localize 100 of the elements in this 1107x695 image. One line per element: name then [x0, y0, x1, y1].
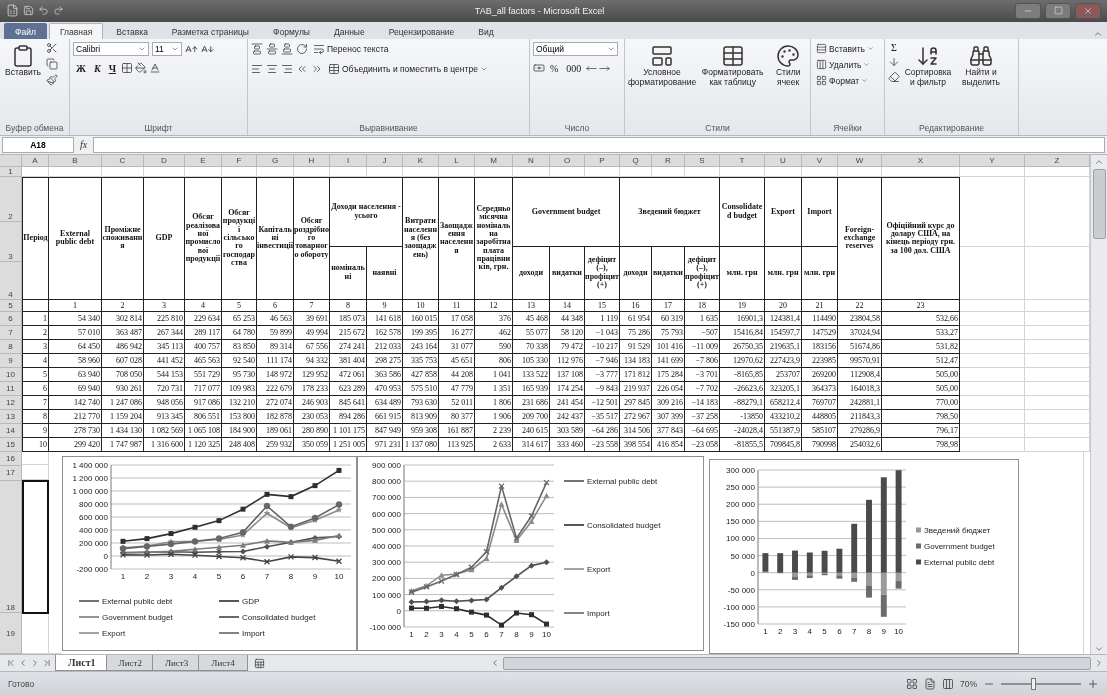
table-cell: 269200: [802, 367, 838, 382]
table-cell: 113 925: [439, 437, 475, 452]
table-cell: 49 994: [294, 325, 330, 340]
table-cell: 229 634: [185, 311, 222, 326]
table-cell: −10 217: [585, 339, 620, 354]
table-cell: −7 806: [685, 353, 720, 368]
table-cell: 532,66: [882, 311, 960, 326]
table-cell: 917 086: [185, 395, 222, 410]
axis-label: 3: [439, 629, 444, 639]
table-cell: 132 210: [222, 395, 257, 410]
table-cell: 175 284: [652, 367, 685, 382]
table-cell: 299 420: [49, 437, 102, 452]
axis-label: 5: [822, 626, 827, 636]
table-cell: 20: [765, 299, 802, 312]
axis-label: 900 000: [372, 460, 401, 470]
header-cell: млн. грн: [765, 246, 802, 300]
axis-label: 1: [409, 629, 414, 639]
table-cell: 137 108: [550, 367, 585, 382]
axis-label: 10: [334, 571, 344, 581]
axis-label: 6: [837, 626, 842, 636]
table-cell: 267 344: [144, 325, 185, 340]
table-cell: −64 695: [685, 423, 720, 438]
table-cell: 12: [475, 299, 513, 312]
table-cell: 230 053: [294, 409, 330, 424]
table-cell: 114490: [802, 311, 838, 326]
axis-label: 2: [144, 571, 150, 581]
table-cell: 94 332: [294, 353, 330, 368]
group-label: Число: [563, 122, 591, 136]
table-cell: 161 887: [439, 423, 475, 438]
table-cell: 259 932: [257, 437, 294, 452]
table-cell: 363 586: [367, 367, 403, 382]
table-cell: 272 074: [257, 395, 294, 410]
table-cell: 22: [838, 299, 882, 312]
axis-label: 0: [103, 551, 108, 561]
table-cell: −37 258: [685, 409, 720, 424]
table-cell: 95 730: [222, 367, 257, 382]
table-cell: 178 233: [294, 381, 330, 396]
table-cell: 806 551: [185, 409, 222, 424]
table-cell: 185 073: [330, 311, 367, 326]
header-cell: Період: [22, 176, 49, 300]
table-cell: 209 700: [513, 409, 550, 424]
table-cell: -88279,1: [720, 395, 765, 410]
table-cell: 165 939: [513, 381, 550, 396]
table-cell: 309 216: [652, 395, 685, 410]
legend-label: Import: [587, 608, 610, 618]
table-cell: 9: [367, 299, 403, 312]
axis-label: 3: [168, 571, 174, 581]
table-cell: 448805: [802, 409, 838, 424]
axis-label: 500 000: [372, 525, 401, 535]
table-cell: 1 065 108: [185, 423, 222, 438]
table-cell: 39 691: [294, 311, 330, 326]
table-cell: 770,00: [882, 395, 960, 410]
table-cell: 183156: [802, 339, 838, 354]
table-cell: −23 558: [585, 437, 620, 452]
table-cell: 171 812: [620, 367, 652, 382]
table-cell: 16 277: [439, 325, 475, 340]
axis-label: 8: [514, 629, 519, 639]
table-cell: 15: [585, 299, 620, 312]
table-cell: 1 101 175: [330, 423, 367, 438]
group-label: Буфер обмена: [4, 122, 65, 136]
axis-label: 800 000: [79, 499, 108, 509]
table-cell: 1 137 080: [403, 437, 439, 452]
table-cell: 2 633: [475, 437, 513, 452]
table-cell: 112 976: [550, 353, 585, 368]
axis-label: 10: [542, 629, 551, 639]
axis-label: 9: [529, 629, 534, 639]
table-cell: 585107: [802, 423, 838, 438]
table-cell: 793 630: [403, 395, 439, 410]
table-cell: 44 348: [550, 311, 585, 326]
legend-label: GDP: [242, 596, 260, 606]
table-cell: 199 395: [403, 325, 439, 340]
table-cell: 60 319: [652, 311, 685, 326]
table-cell: 219 937: [620, 381, 652, 396]
table-cell: 427 858: [403, 367, 439, 382]
axis-label: 200 000: [79, 538, 108, 548]
table-cell: 243 164: [403, 339, 439, 354]
header-cell: Import: [802, 176, 838, 247]
table-cell: 215 672: [330, 325, 367, 340]
table-cell: 303 589: [550, 423, 585, 438]
table-cell: 505,00: [882, 367, 960, 382]
axis-label: 600 000: [372, 509, 401, 519]
table-cell: 23: [882, 299, 960, 312]
table-cell: 254032,6: [838, 437, 882, 452]
table-cell: 717 077: [185, 381, 222, 396]
group-label: Выравнивание: [358, 122, 419, 136]
table-cell: 1 806: [475, 395, 513, 410]
table-cell: 2: [102, 299, 144, 312]
axis-label: 600 000: [79, 512, 108, 522]
table-cell: 242 437: [550, 409, 585, 424]
header-cell: Зведений бюджет: [620, 176, 720, 247]
table-cell: 4: [185, 299, 222, 312]
table-cell: −12 501: [585, 395, 620, 410]
axis-label: 4: [454, 629, 459, 639]
axis-label: -100 000: [369, 622, 401, 632]
table-cell: 1 351: [475, 381, 513, 396]
axis-label: 800 000: [372, 477, 401, 486]
header-cell: Government budget: [513, 176, 620, 247]
legend-label: Government budget: [102, 612, 173, 622]
table-cell: 80 377: [439, 409, 475, 424]
legend-label: External public debt: [924, 557, 995, 567]
